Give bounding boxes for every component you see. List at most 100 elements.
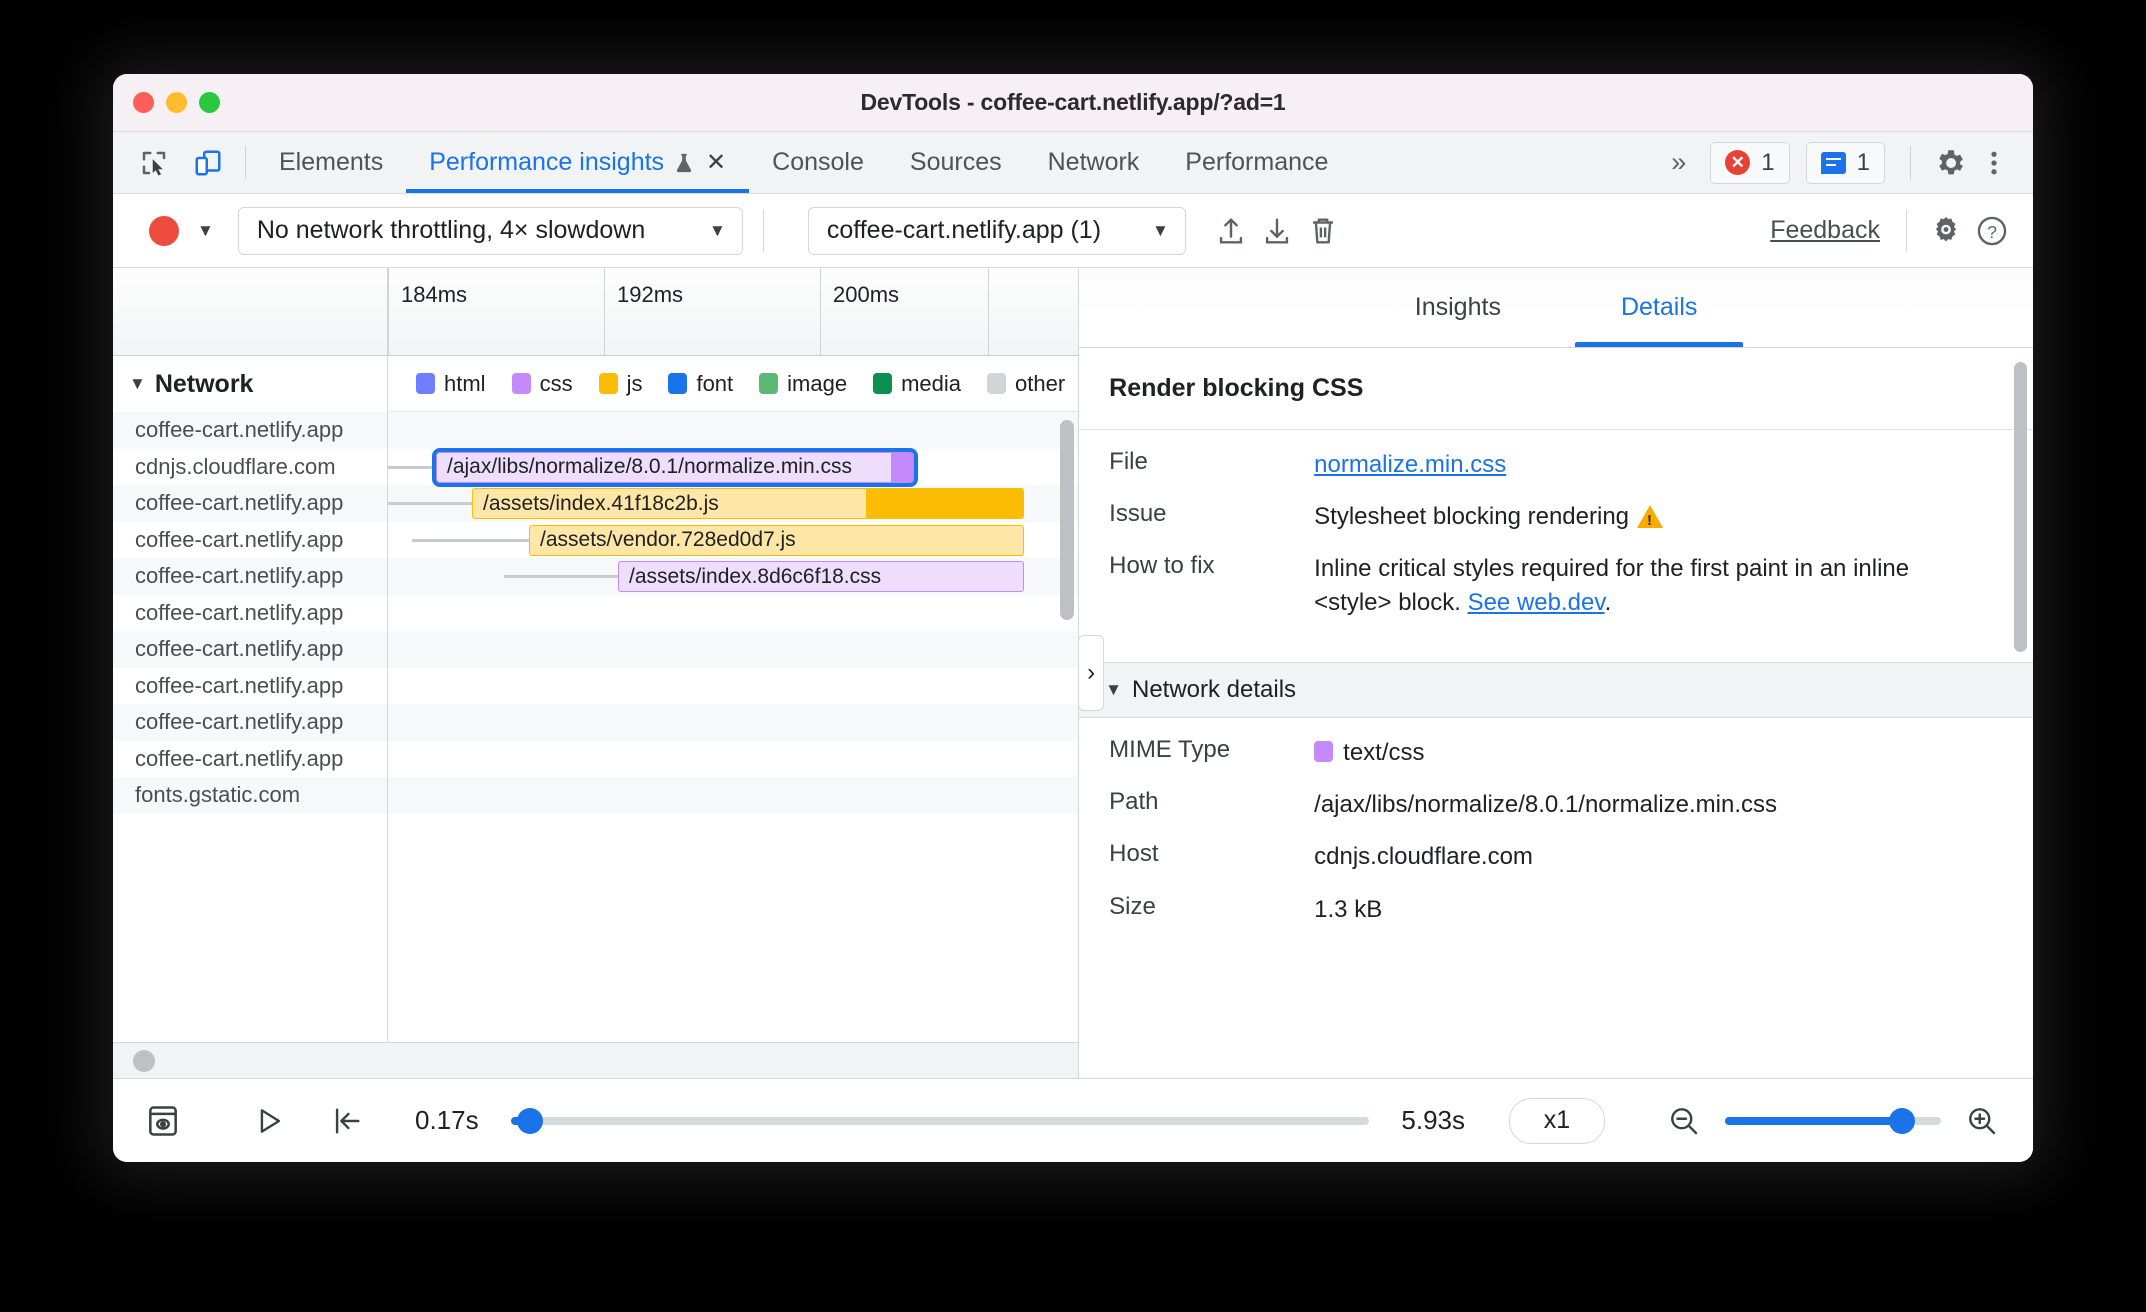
download-profile-icon[interactable] — [1258, 212, 1296, 250]
field-key: Size — [1109, 892, 1156, 920]
list-item[interactable]: coffee-cart.netlify.app — [113, 412, 387, 449]
network-group-header[interactable]: ▼ Network — [113, 356, 387, 412]
list-item[interactable]: coffee-cart.netlify.app — [113, 668, 387, 705]
table-row[interactable] — [388, 631, 1079, 668]
toolbar-divider-2 — [1906, 209, 1907, 252]
network-details-fields: MIME Type text/css Path /ajax/libs/norma… — [1079, 718, 2033, 968]
settings-gear-icon[interactable] — [1931, 144, 1969, 182]
tab-elements[interactable]: Elements — [256, 132, 406, 193]
field-key: Issue — [1109, 500, 1167, 528]
ruler-gutter — [113, 268, 388, 355]
help-icon[interactable]: ? — [1973, 212, 2011, 250]
legend-item-media: media — [873, 371, 961, 397]
timeline-ruler[interactable]: 184ms 192ms 200ms — [113, 268, 1079, 356]
tab-details[interactable]: Details — [1561, 268, 1757, 347]
performance-toolbar: ▼ No network throttling, 4× slowdown ▼ c… — [113, 194, 2033, 268]
collapse-sidebar-chevron-icon[interactable]: › — [1078, 635, 1105, 711]
list-item[interactable] — [113, 814, 387, 851]
table-row[interactable] — [388, 704, 1079, 741]
more-tabs-chevron-icon[interactable]: » — [1655, 147, 1699, 178]
table-row[interactable] — [388, 741, 1078, 778]
clear-profile-icon[interactable] — [1304, 212, 1342, 250]
page-select[interactable]: coffee-cart.netlify.app (1) ▼ — [807, 206, 1186, 255]
details-vertical-scrollbar[interactable] — [2014, 362, 2027, 652]
timeline-vertical-scrollbar[interactable] — [1060, 420, 1075, 620]
list-item[interactable]: coffee-cart.netlify.app — [113, 704, 387, 741]
field-value: /ajax/libs/normalize/8.0.1/normalize.min… — [1314, 791, 1777, 819]
feedback-link[interactable]: Feedback — [1770, 216, 1886, 245]
jump-to-start-button[interactable] — [325, 1099, 369, 1143]
upload-profile-icon[interactable] — [1212, 212, 1250, 250]
record-options-caret-icon[interactable]: ▼ — [197, 221, 214, 241]
field-key: How to fix — [1109, 552, 1215, 580]
playback-speed-button[interactable]: x1 — [1509, 1097, 1605, 1144]
list-item[interactable]: cdnjs.cloudflare.com — [113, 449, 387, 486]
timeline-horizontal-scrollbar[interactable] — [113, 1042, 1079, 1078]
list-item[interactable]: fonts.gstatic.com — [113, 777, 387, 814]
table-row[interactable]: /assets/index.8d6c6f18.css — [388, 558, 1079, 595]
message-count-badge[interactable]: 1 — [1805, 141, 1885, 184]
request-bar-index-js[interactable]: /assets/index.41f18c2b.js — [472, 488, 1024, 519]
file-link[interactable]: normalize.min.css — [1314, 451, 1506, 478]
playhead-end-time: 5.93s — [1401, 1105, 1465, 1135]
tab-network[interactable]: Network — [1025, 132, 1163, 193]
legend-item-image: image — [759, 371, 847, 397]
zoom-slider-knob[interactable] — [1889, 1107, 1916, 1134]
table-row[interactable]: /assets/index.41f18c2b.js — [388, 485, 1079, 522]
zoom-slider[interactable] — [1725, 1107, 1941, 1134]
list-item[interactable]: coffee-cart.netlify.app — [113, 631, 387, 668]
tab-console[interactable]: Console — [749, 132, 887, 193]
table-row[interactable] — [388, 595, 1078, 632]
list-item[interactable]: coffee-cart.netlify.app — [113, 558, 387, 595]
table-row[interactable] — [388, 777, 1079, 814]
play-button[interactable] — [247, 1099, 291, 1143]
table-row[interactable] — [388, 668, 1078, 705]
section-label: Network details — [1131, 676, 1297, 704]
throttling-select[interactable]: No network throttling, 4× slowdown ▼ — [237, 206, 743, 255]
legend-item-html: html — [416, 371, 486, 397]
request-wait-line — [504, 575, 618, 578]
zoom-slider-fill — [1725, 1116, 1903, 1125]
request-bar-label: /assets/index.41f18c2b.js — [483, 491, 719, 515]
timeline-rows: ▼ Network coffee-cart.netlify.app cdnjs.… — [113, 356, 1079, 1042]
chevron-down-icon: ▼ — [709, 220, 726, 240]
zoom-out-icon[interactable] — [1661, 1098, 1707, 1144]
tab-performance[interactable]: Performance — [1162, 132, 1351, 193]
record-button[interactable] — [149, 215, 179, 246]
list-item[interactable]: coffee-cart.netlify.app — [113, 741, 387, 778]
chevron-down-icon: ▼ — [1152, 220, 1169, 240]
more-options-icon[interactable] — [1975, 144, 2013, 182]
web-dev-link[interactable]: See web.dev — [1468, 589, 1605, 616]
zoom-in-icon[interactable] — [1959, 1098, 2005, 1144]
tab-label: Network — [1047, 148, 1140, 176]
field-key: Path — [1109, 788, 1159, 816]
field-value: text/css — [1314, 736, 2003, 770]
request-bar-vendor-js[interactable]: /assets/vendor.728ed0d7.js — [529, 524, 1024, 556]
tab-sources[interactable]: Sources — [887, 132, 1025, 193]
device-toolbar-icon[interactable] — [189, 144, 227, 182]
close-tab-icon[interactable]: ✕ — [706, 148, 726, 177]
scrollbar-thumb[interactable] — [133, 1049, 155, 1072]
list-item[interactable]: coffee-cart.netlify.app — [113, 522, 387, 559]
tab-list: Elements Performance insights ✕ Console … — [256, 132, 1351, 193]
screenshot-toggle-icon[interactable] — [141, 1099, 185, 1143]
inspect-element-icon[interactable] — [135, 144, 173, 182]
playhead-slider[interactable] — [510, 1107, 1370, 1134]
experiment-flask-icon — [673, 150, 695, 176]
table-row[interactable]: /ajax/libs/normalize/8.0.1/normalize.min… — [388, 447, 1078, 487]
request-bar-normalize-css[interactable]: /ajax/libs/normalize/8.0.1/normalize.min… — [432, 447, 918, 487]
table-row[interactable] — [388, 412, 1079, 449]
field-size: Size 1.3 kB — [1109, 893, 2003, 927]
zoom-controls — [1661, 1098, 2005, 1144]
list-item[interactable]: coffee-cart.netlify.app — [113, 595, 387, 632]
mime-type-text: text/css — [1343, 739, 1425, 767]
request-bar-index-css[interactable]: /assets/index.8d6c6f18.css — [618, 561, 1024, 592]
list-item[interactable]: coffee-cart.netlify.app — [113, 485, 387, 522]
table-row[interactable]: /assets/vendor.728ed0d7.js — [388, 522, 1078, 559]
tab-insights[interactable]: Insights — [1355, 268, 1561, 347]
error-count-badge[interactable]: ✕ 1 — [1710, 141, 1790, 184]
tab-performance-insights[interactable]: Performance insights ✕ — [406, 132, 750, 193]
network-details-section-header[interactable]: ▼ Network details — [1079, 662, 2033, 719]
capture-settings-gear-icon[interactable] — [1927, 212, 1965, 250]
playhead-slider-knob[interactable] — [516, 1107, 543, 1134]
